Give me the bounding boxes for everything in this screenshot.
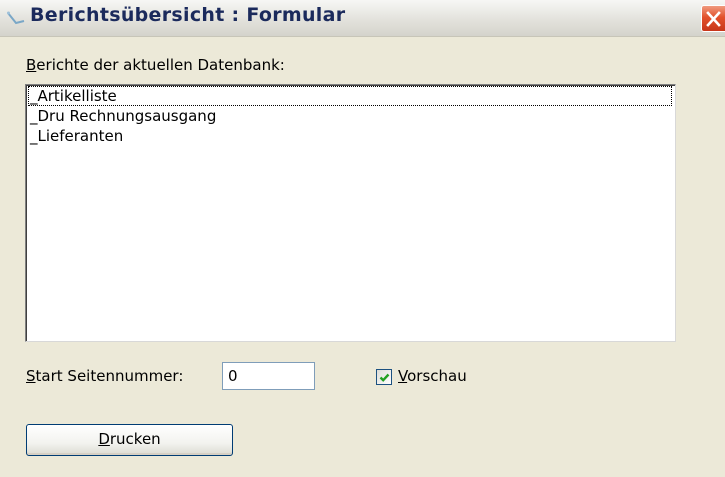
preview-checkbox[interactable]	[376, 369, 392, 385]
start-label-accelerator: S	[26, 367, 36, 385]
list-item-dru-rechnungsausgang[interactable]: _Dru Rechnungsausgang	[28, 106, 672, 126]
reports-listbox[interactable]: _Artikelliste _Dru Rechnungsausgang _Lie…	[25, 84, 676, 342]
reports-list-label: Berichte der aktuellen Datenbank:	[26, 56, 285, 74]
list-item-lieferanten[interactable]: _Lieferanten	[28, 126, 672, 146]
start-page-input[interactable]	[222, 362, 315, 390]
start-page-label: Start Seitennummer:	[26, 367, 183, 385]
title-bar[interactable]: Berichtsübersicht : Formular	[0, 0, 725, 37]
window-title: Berichtsübersicht : Formular	[30, 4, 346, 26]
reports-label-text: erichte der aktuellen Datenbank:	[36, 56, 285, 74]
preview-label-accelerator: V	[398, 367, 408, 385]
reports-label-accelerator: B	[26, 56, 37, 74]
report-icon	[6, 9, 28, 31]
start-label-text: tart Seitennummer:	[35, 367, 184, 385]
print-button[interactable]: Drucken	[26, 424, 233, 456]
preview-label[interactable]: Vorschau	[398, 367, 467, 385]
preview-label-text: orschau	[407, 367, 467, 385]
close-button[interactable]	[701, 5, 725, 32]
print-button-accelerator: D	[98, 430, 110, 448]
print-button-label: rucken	[109, 430, 161, 448]
list-item-artikelliste[interactable]: _Artikelliste	[28, 86, 672, 106]
checkmark-icon	[379, 373, 390, 382]
close-icon	[706, 11, 721, 27]
